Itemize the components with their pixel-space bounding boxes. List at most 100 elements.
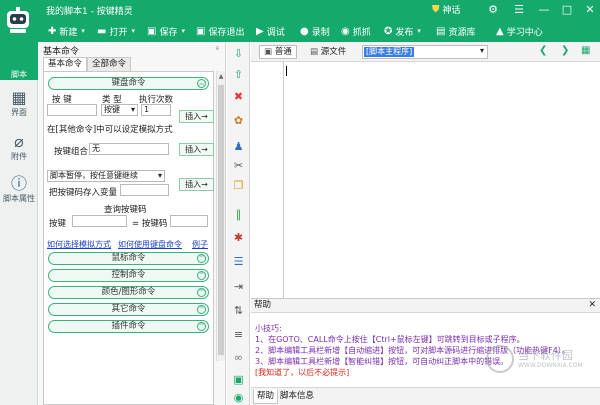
maximize-button[interactable]: □	[560, 3, 574, 17]
record-button[interactable]: ● 录制	[300, 23, 330, 39]
format-icon[interactable]: ≡	[231, 327, 246, 342]
title-bar: 我的脚本1 - 按键精灵 ⛊ 神话 ⚙ ☰ — □ ✕	[0, 0, 600, 20]
resources-label: 资源库	[448, 27, 476, 38]
sidebar-item-ui[interactable]: ▦ 界面	[0, 84, 38, 122]
copy-icon[interactable]: ❐	[231, 178, 246, 193]
scissors-icon[interactable]: ✂	[231, 158, 246, 173]
vip-label: 神话	[442, 6, 461, 16]
open-button[interactable]: ▬ 打开 ▾	[97, 23, 135, 39]
expand-icon[interactable]: ︾	[197, 271, 206, 280]
tab-all-commands[interactable]: 全部命令	[87, 57, 132, 71]
menu-icon[interactable]: ☰	[512, 3, 526, 17]
insert-key-button[interactable]: 插入→	[179, 110, 214, 123]
indent-icon[interactable]: ⇥	[231, 279, 246, 294]
query-key-input[interactable]	[72, 215, 127, 227]
robot-icon	[17, 43, 20, 61]
source-view-label: 源文件	[320, 47, 347, 57]
paperclip-icon: ⌀	[14, 131, 24, 151]
tab-source-view[interactable]: ▤ 源文件	[305, 45, 351, 59]
sidebar-item-script[interactable]: 脚本	[0, 42, 38, 80]
user-icon[interactable]: ♟	[231, 139, 246, 154]
tab-normal-view[interactable]: ▣ 普通	[259, 45, 297, 59]
expand-icon[interactable]: ︾	[197, 322, 206, 331]
arrow-down-icon[interactable]: ⇩	[231, 46, 246, 61]
expand-icon[interactable]: ︾	[197, 254, 206, 263]
panel-scrollbar[interactable]: ▲	[216, 71, 225, 361]
eye-icon[interactable]: ◉	[231, 390, 246, 405]
example-link[interactable]: 例子	[192, 239, 208, 250]
vip-badge[interactable]: ⛊ 神话	[432, 3, 461, 16]
close-button[interactable]: ✕	[583, 3, 597, 17]
editor-toolbar: ▣ 普通 ▤ 源文件 [脚本主程序] ❮ ❯ ▦	[251, 42, 600, 62]
store-variable-input[interactable]	[120, 184, 169, 196]
publish-button[interactable]: ✪ 发布 ▾	[384, 23, 421, 39]
query-code-input[interactable]	[170, 215, 208, 227]
scrollbar-thumb[interactable]	[218, 85, 224, 355]
tab-basic-commands[interactable]: 基本命令	[43, 57, 88, 71]
scroll-up-icon[interactable]: ▲	[217, 73, 225, 80]
resources-button[interactable]: ▤ 资源库	[436, 23, 475, 39]
expand-editor-icon[interactable]: ▦	[581, 45, 590, 56]
store-key-label: 把按键码存入变量	[49, 188, 118, 198]
clear-icon[interactable]: ✿	[231, 113, 246, 128]
control-section-header[interactable]: 控制命令 ︾	[48, 269, 209, 282]
save-button[interactable]: ▣ 保存 ▾	[147, 23, 185, 39]
color-section-header[interactable]: 颜色/图形命令 ︾	[48, 286, 209, 299]
tab-help[interactable]: 帮助	[253, 389, 279, 404]
nav-forward-icon[interactable]: ❯	[561, 45, 569, 56]
new-button[interactable]: ✚ 新建 ▾	[48, 23, 85, 39]
minimize-button[interactable]: —	[537, 3, 551, 17]
procedure-select[interactable]: [脚本主程序]	[362, 45, 488, 59]
delete-icon[interactable]: ✖	[231, 89, 246, 104]
comment-icon[interactable]: ∥	[231, 207, 246, 222]
bug-icon[interactable]: ✱	[231, 230, 246, 245]
keyboard-section-header[interactable]: 键盘命令 ︽	[48, 77, 209, 90]
open-label: 打开	[109, 27, 128, 38]
app-logo-icon	[7, 7, 29, 33]
sidebar-item-label: 脚本	[11, 69, 27, 79]
line-gutter	[283, 62, 284, 298]
expand-icon[interactable]: ︾	[197, 288, 206, 297]
other-section-header[interactable]: 其它命令 ︾	[48, 303, 209, 316]
close-icon[interactable]: ✕	[588, 299, 596, 312]
key-type-select[interactable]: 按键	[101, 104, 138, 116]
binoculars-icon[interactable]: ∞	[231, 350, 246, 365]
count-input[interactable]: 1	[141, 104, 171, 116]
dismiss-tip-link[interactable]: [我知道了，以后不必提示]	[255, 367, 349, 378]
script-editor[interactable]	[251, 62, 600, 298]
settings-icon[interactable]: ⚙	[486, 3, 500, 17]
insert-pause-button[interactable]: 插入→	[179, 178, 214, 191]
window-title: 我的脚本1 - 按键精灵	[46, 7, 133, 17]
section-title: 插件命令	[111, 321, 146, 331]
sidebar-item-properties[interactable]: ⓘ 脚本属性	[0, 170, 38, 208]
tip-line-3: 3、脚本编辑工具栏新增【智能纠错】按钮，可自动纠正脚本中的错误。	[255, 357, 509, 366]
pause-select[interactable]: 脚本暂停，按任意键继续	[47, 170, 165, 182]
list-icon[interactable]: ☰	[231, 254, 246, 269]
learn-button[interactable]: ▲ 学习中心	[496, 23, 543, 39]
tab-script-info[interactable]: 脚本信息	[277, 389, 317, 404]
insert-combo-button[interactable]: 插入→	[179, 143, 214, 156]
arrow-up-icon[interactable]: ⇧	[231, 67, 246, 82]
expand-icon[interactable]: ︾	[197, 305, 206, 314]
panel-body: 键盘命令 ︽ 按 键 类 型 执行次数 按键 1 插入→ 在[其他命令]中可以设…	[43, 71, 214, 405]
main-toolbar: ✚ 新建 ▾ ▬ 打开 ▾ ▣ 保存 ▾ ▣ 保存退出 ▶ 调试 ● 录制 ◉ …	[0, 20, 600, 42]
shield-icon: ⛊	[432, 4, 440, 15]
key-input[interactable]	[47, 104, 97, 116]
sidebar-item-attachments[interactable]: ⌀ 附件	[0, 128, 38, 166]
nav-back-icon[interactable]: ❮	[539, 45, 547, 56]
simulation-help-link[interactable]: 如何选择模拟方式	[47, 239, 111, 250]
capture-button[interactable]: ◉ 抓抓	[341, 23, 371, 39]
keyboard-help-link[interactable]: 如何使用键盘命令	[118, 239, 182, 250]
mouse-section-header[interactable]: 鼠标命令 ︾	[48, 252, 209, 265]
plugin-section-header[interactable]: 插件命令 ︾	[48, 320, 209, 333]
publish-icon: ✪	[384, 25, 393, 37]
watermark-sub: WWW.DOWNXIA.COM	[518, 361, 583, 369]
debug-button[interactable]: ▶ 调试	[256, 23, 285, 39]
goto-icon[interactable]	[231, 303, 246, 318]
combo-input[interactable]: 无	[89, 143, 169, 155]
collapse-icon[interactable]: ︽	[197, 79, 206, 88]
key-type-value: 按键	[104, 105, 120, 114]
pin-icon[interactable]: ᛜ	[215, 44, 220, 53]
save-exit-button[interactable]: ▣ 保存退出	[196, 23, 244, 39]
screen-icon[interactable]: ▣	[231, 372, 246, 387]
